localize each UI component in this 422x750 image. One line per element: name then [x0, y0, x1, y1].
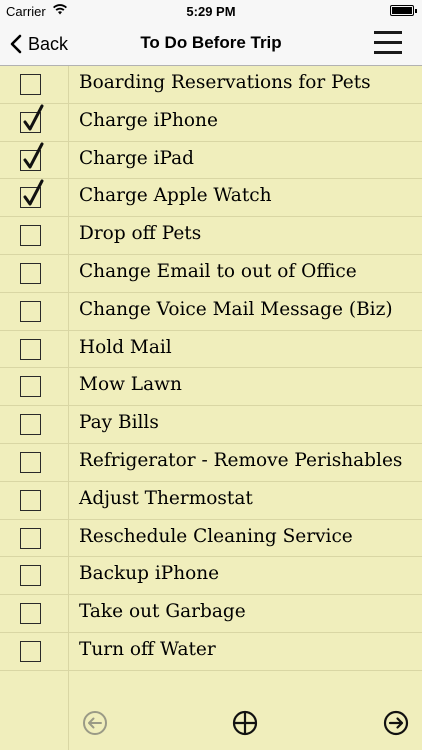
- todo-list: Boarding Reservations for Pets Charge iPh…: [0, 66, 422, 671]
- list-item-label: Pay Bills: [79, 412, 159, 434]
- list-item[interactable]: Boarding Reservations for Pets: [0, 66, 422, 104]
- checkbox[interactable]: [20, 414, 41, 436]
- list-item[interactable]: Change Email to out of Office: [0, 255, 422, 293]
- status-bar: Carrier 5:29 PM: [0, 0, 422, 22]
- checkbox[interactable]: [20, 376, 41, 398]
- list-item-label: Refrigerator - Remove Perishables: [79, 449, 403, 471]
- list-item-label: Reschedule Cleaning Service: [79, 525, 353, 547]
- checkbox[interactable]: [20, 527, 41, 549]
- list-item-label: Charge iPhone: [79, 109, 218, 131]
- next-circle-icon[interactable]: [383, 710, 409, 736]
- page-title: To Do Before Trip: [140, 33, 282, 52]
- list-item[interactable]: Drop off Pets: [0, 217, 422, 255]
- checkbox[interactable]: [20, 338, 41, 360]
- list-item[interactable]: Adjust Thermostat: [0, 482, 422, 520]
- list-item-label: Backup iPhone: [79, 563, 220, 585]
- checkbox[interactable]: [20, 565, 41, 587]
- checkbox[interactable]: [20, 142, 44, 171]
- list-item-label: Change Voice Mail Message (Biz): [79, 298, 393, 320]
- list-item-label: Charge iPad: [79, 147, 195, 169]
- list-item-label: Drop off Pets: [79, 223, 202, 245]
- list-item[interactable]: Take out Garbage: [0, 595, 422, 633]
- list-item[interactable]: Charge iPad: [0, 142, 422, 180]
- add-circle-icon[interactable]: [232, 710, 258, 736]
- checkbox[interactable]: [20, 74, 41, 95]
- list-item[interactable]: Backup iPhone: [0, 557, 422, 596]
- list-item-label: Turn off Water: [79, 638, 216, 660]
- list-item[interactable]: Charge iPhone: [0, 104, 422, 142]
- list-item-label: Change Email to out of Office: [79, 260, 357, 282]
- list-item[interactable]: Mow Lawn: [0, 368, 422, 407]
- list-item[interactable]: Hold Mail: [0, 331, 422, 369]
- checkbox[interactable]: [20, 451, 41, 473]
- checkbox[interactable]: [20, 640, 41, 662]
- hamburger-menu-icon[interactable]: [374, 31, 404, 55]
- checkbox[interactable]: [20, 300, 41, 322]
- list-item[interactable]: Pay Bills: [0, 406, 422, 444]
- checkbox[interactable]: [20, 603, 41, 625]
- list-item-label: Charge Apple Watch: [79, 185, 272, 207]
- list-item-label: Take out Garbage: [79, 601, 246, 623]
- list-item[interactable]: Reschedule Cleaning Service: [0, 520, 422, 558]
- status-time: 5:29 PM: [186, 4, 236, 19]
- checkmark-icon: [23, 104, 44, 131]
- navigation-bar: Back To Do Before Trip: [0, 22, 422, 66]
- list-item-label: Hold Mail: [79, 336, 172, 358]
- checkbox[interactable]: [20, 104, 44, 133]
- checkmark-icon: [23, 142, 44, 169]
- checkmark-icon: [23, 179, 44, 206]
- list-item[interactable]: Charge Apple Watch: [0, 179, 422, 218]
- list-item[interactable]: Change Voice Mail Message (Biz): [0, 293, 422, 331]
- previous-circle-icon[interactable]: [82, 710, 108, 736]
- list-item[interactable]: Refrigerator - Remove Perishables: [0, 444, 422, 482]
- bottom-toolbar: [0, 700, 422, 750]
- list-item[interactable]: Turn off Water: [0, 633, 422, 671]
- battery-icon: [390, 5, 417, 16]
- checkbox[interactable]: [20, 489, 41, 511]
- checkbox[interactable]: [20, 225, 41, 247]
- list-item-label: Adjust Thermostat: [79, 487, 253, 509]
- checkbox[interactable]: [20, 179, 44, 209]
- list-item-label: Boarding Reservations for Pets: [79, 72, 371, 93]
- checkbox[interactable]: [20, 262, 41, 284]
- list-item-label: Mow Lawn: [79, 374, 182, 396]
